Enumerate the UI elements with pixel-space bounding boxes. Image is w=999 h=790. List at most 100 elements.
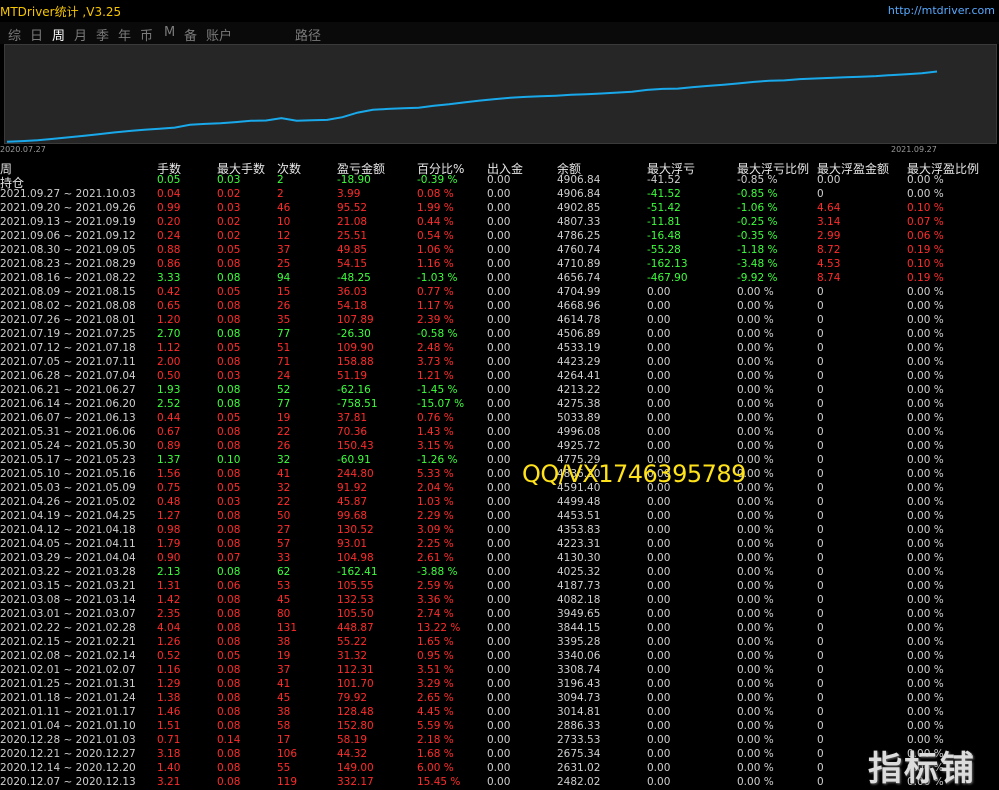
cell-max-drawdown: 0.00: [647, 412, 671, 424]
cell-max-float-profit: 0: [817, 622, 824, 634]
cell-max-float-profit-pct: 0.00 %: [907, 314, 944, 326]
menu-item-week[interactable]: 周: [52, 25, 65, 44]
cell-deposit-withdraw: 0.00: [487, 356, 511, 368]
cell-max-drawdown-pct: 0.00 %: [737, 510, 774, 522]
cell-profit-loss: -758.51: [337, 398, 378, 410]
table-row: 2021.02.08 ~ 2021.02.14 0.52 0.05 19 31.32 0.…: [0, 650, 999, 664]
cell-max-lots: 0.08: [217, 622, 241, 634]
cell-lots: 2.35: [157, 608, 181, 620]
menu-item-m[interactable]: M: [164, 25, 175, 40]
cell-period: 2021.01.11 ~ 2021.01.17: [0, 706, 136, 718]
cell-lots: 1.27: [157, 510, 181, 522]
cell-max-lots: 0.08: [217, 328, 241, 340]
cell-deposit-withdraw: 0.00: [487, 244, 511, 256]
cell-max-drawdown-pct: 0.00 %: [737, 776, 774, 788]
cell-percent: 2.25 %: [417, 538, 454, 550]
cell-max-drawdown-pct: -0.85 %: [737, 188, 778, 200]
cell-period: 2021.05.31 ~ 2021.06.06: [0, 426, 136, 438]
cell-max-float-profit-pct: 0.00 %: [907, 370, 944, 382]
cell-count: 27: [277, 524, 291, 536]
cell-count: 77: [277, 398, 291, 410]
cell-max-lots: 0.02: [217, 230, 241, 242]
cell-balance: 4668.96: [557, 300, 601, 312]
cell-max-float-profit: 0: [817, 314, 824, 326]
cell-max-float-profit: 8.72: [817, 244, 841, 256]
cell-max-float-profit: 0: [817, 748, 824, 760]
cell-max-lots: 0.08: [217, 356, 241, 368]
cell-max-lots: 0.08: [217, 692, 241, 704]
cell-profit-loss: 105.50: [337, 608, 374, 620]
cell-count: 26: [277, 440, 291, 452]
cell-max-lots: 0.08: [217, 272, 241, 284]
table-row: 2021.09.20 ~ 2021.09.26 0.99 0.03 46 95.52 1.…: [0, 202, 999, 216]
cell-balance: 4187.73: [557, 580, 601, 592]
cell-balance: 2631.02: [557, 762, 601, 774]
cell-max-float-profit-pct: 0.00 %: [907, 706, 944, 718]
cell-max-drawdown-pct: -0.85 %: [737, 174, 778, 186]
cell-count: 19: [277, 412, 291, 424]
cell-profit-loss: 95.52: [337, 202, 368, 214]
menu-item-day[interactable]: 日: [30, 25, 43, 44]
cell-period: 2021.05.03 ~ 2021.05.09: [0, 482, 136, 494]
cell-max-lots: 0.02: [217, 216, 241, 228]
cell-period: 2021.07.05 ~ 2021.07.11: [0, 356, 136, 368]
cell-profit-loss: 130.52: [337, 524, 374, 536]
cell-percent: -1.45 %: [417, 384, 458, 396]
table-row: 2021.07.19 ~ 2021.07.25 2.70 0.08 77 -26.30 -…: [0, 328, 999, 342]
cell-deposit-withdraw: 0.00: [487, 454, 511, 466]
cell-max-float-profit-pct: 0.00 %: [907, 608, 944, 620]
cell-deposit-withdraw: 0.00: [487, 286, 511, 298]
cell-max-drawdown-pct: 0.00 %: [737, 524, 774, 536]
cell-max-float-profit: 0: [817, 552, 824, 564]
cell-lots: 2.00: [157, 356, 181, 368]
cell-max-float-profit-pct: 0.00 %: [907, 720, 944, 732]
menu-item-currency[interactable]: 币: [140, 25, 153, 44]
cell-period: 2021.09.20 ~ 2021.09.26: [0, 202, 136, 214]
cell-max-float-profit: 0: [817, 580, 824, 592]
cell-balance: 4704.99: [557, 286, 601, 298]
table-row: 2020.12.14 ~ 2020.12.20 1.40 0.08 55 149.00 6…: [0, 762, 999, 776]
cell-lots: 0.65: [157, 300, 181, 312]
menu-item-year[interactable]: 年: [118, 25, 131, 44]
cell-max-drawdown: 0.00: [647, 524, 671, 536]
menu-item-account[interactable]: 账户: [206, 25, 232, 44]
table-row: 2021.07.05 ~ 2021.07.11 2.00 0.08 71 158.88 3…: [0, 356, 999, 370]
cell-max-lots: 0.03: [217, 202, 241, 214]
cell-max-drawdown-pct: 0.00 %: [737, 300, 774, 312]
cell-max-drawdown: 0.00: [647, 636, 671, 648]
menu-item-quarter[interactable]: 季: [96, 25, 109, 44]
cell-max-drawdown: 0.00: [647, 776, 671, 788]
cell-max-drawdown-pct: -9.92 %: [737, 272, 778, 284]
cell-lots: 1.37: [157, 454, 181, 466]
cell-max-drawdown: -51.42: [647, 202, 681, 214]
cell-max-drawdown: 0.00: [647, 734, 671, 746]
cell-max-drawdown-pct: -0.35 %: [737, 230, 778, 242]
cell-percent: 2.74 %: [417, 608, 454, 620]
menu-item-backup[interactable]: 备: [184, 25, 197, 44]
cell-max-lots: 0.08: [217, 398, 241, 410]
table-row: 2021.08.02 ~ 2021.08.08 0.65 0.08 26 54.18 1.…: [0, 300, 999, 314]
cell-max-lots: 0.05: [217, 342, 241, 354]
cell-max-lots: 0.05: [217, 286, 241, 298]
menu-item-month[interactable]: 月: [74, 25, 87, 44]
contact-watermark: QQ/VX1746395789: [522, 460, 746, 488]
cell-profit-loss: 93.01: [337, 538, 368, 550]
menu-item-path[interactable]: 路径: [295, 25, 321, 44]
cell-max-drawdown-pct: 0.00 %: [737, 496, 774, 508]
cell-percent: 1.03 %: [417, 496, 454, 508]
cell-profit-loss: 36.03: [337, 286, 368, 298]
cell-percent: 0.08 %: [417, 188, 454, 200]
cell-max-float-profit: 4.64: [817, 202, 841, 214]
cell-count: 45: [277, 692, 291, 704]
website-link[interactable]: http://mtdriver.com: [888, 4, 995, 17]
cell-max-lots: 0.08: [217, 538, 241, 550]
menu-item-summary[interactable]: 综: [8, 25, 21, 44]
cell-max-drawdown-pct: 0.00 %: [737, 440, 774, 452]
cell-deposit-withdraw: 0.00: [487, 370, 511, 382]
cell-count: 53: [277, 580, 291, 592]
cell-max-float-profit: 0: [817, 720, 824, 732]
cell-period: 2021.04.26 ~ 2021.05.02: [0, 496, 136, 508]
cell-max-drawdown: -41.52: [647, 174, 681, 186]
table-row: 2021.03.01 ~ 2021.03.07 2.35 0.08 80 105.50 2…: [0, 608, 999, 622]
cell-percent: 2.04 %: [417, 482, 454, 494]
